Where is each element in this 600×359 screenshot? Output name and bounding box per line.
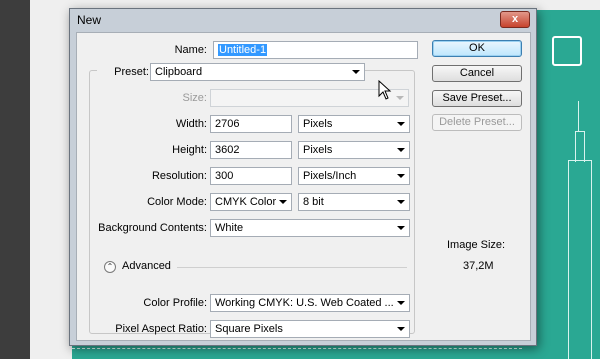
resolution-label: Resolution:	[151, 170, 207, 182]
pixel-aspect-ratio-dropdown[interactable]: Square Pixels	[210, 320, 410, 338]
height-input[interactable]: 3602	[210, 141, 292, 159]
delete-preset-button[interactable]: Delete Preset...	[432, 114, 522, 131]
workspace-left-panel	[0, 0, 30, 359]
close-button[interactable]: x	[500, 11, 530, 28]
bit-depth-dropdown[interactable]: 8 bit	[298, 193, 410, 211]
chevron-down-icon	[396, 96, 404, 100]
close-icon: x	[511, 13, 519, 25]
background-contents-dropdown[interactable]: White	[210, 219, 410, 237]
resolution-unit-dropdown[interactable]: Pixels/Inch	[298, 167, 410, 185]
dialog-titlebar[interactable]: New x	[70, 9, 536, 31]
preset-dropdown[interactable]: Clipboard	[150, 63, 365, 81]
width-unit-dropdown[interactable]: Pixels	[298, 115, 410, 133]
save-preset-button[interactable]: Save Preset...	[432, 90, 522, 107]
color-profile-value: Working CMYK: U.S. Web Coated ...	[215, 297, 394, 309]
color-profile-dropdown[interactable]: Working CMYK: U.S. Web Coated ...	[210, 294, 410, 312]
width-input[interactable]: 2706	[210, 115, 292, 133]
image-size-label: Image Size:	[447, 239, 506, 251]
bit-depth-value: 8 bit	[303, 196, 324, 208]
document-logo-icon	[552, 36, 582, 66]
resolution-input[interactable]: 300	[210, 167, 292, 185]
name-input-value: Untitled-1	[218, 44, 268, 56]
advanced-toggle-icon[interactable]: ⌃	[104, 261, 116, 273]
chevron-down-icon	[279, 200, 287, 204]
chevron-down-icon	[397, 174, 405, 178]
height-unit-dropdown[interactable]: Pixels	[298, 141, 410, 159]
chevron-down-icon	[352, 70, 360, 74]
chevron-down-icon	[397, 301, 405, 305]
pixel-aspect-ratio-label: Pixel Aspect Ratio:	[115, 323, 207, 335]
width-unit-value: Pixels	[303, 118, 333, 130]
document-cityscape-strip	[72, 344, 522, 359]
cancel-button[interactable]: Cancel	[432, 65, 522, 82]
chevron-down-icon	[397, 226, 405, 230]
preset-dropdown-value: Clipboard	[155, 66, 203, 78]
dialog-body: Name: Untitled-1 Preset: Clipboard Size:…	[76, 32, 531, 341]
preset-label: Preset:	[97, 66, 151, 78]
advanced-divider	[177, 267, 407, 268]
height-label: Height:	[172, 144, 207, 156]
name-label: Name:	[174, 44, 207, 56]
document-skyscraper-graphic	[568, 101, 592, 359]
background-contents-value: White	[215, 222, 244, 234]
image-size-value: 37,2M	[463, 260, 494, 272]
chevron-down-icon	[397, 327, 405, 331]
width-label: Width:	[175, 118, 207, 130]
chevron-down-icon	[397, 122, 405, 126]
color-mode-dropdown[interactable]: CMYK Color	[210, 193, 292, 211]
mouse-cursor-icon	[378, 80, 392, 100]
name-input[interactable]: Untitled-1	[213, 41, 418, 59]
chevron-down-icon	[397, 148, 405, 152]
resolution-unit-value: Pixels/Inch	[303, 170, 357, 182]
ok-button[interactable]: OK	[432, 40, 522, 57]
new-document-dialog: New x Name: Untitled-1 Preset: Clipboard…	[69, 8, 537, 346]
size-label: Size:	[182, 92, 207, 104]
color-profile-label: Color Profile:	[143, 297, 207, 309]
pixel-aspect-ratio-value: Square Pixels	[215, 323, 283, 335]
dialog-title: New	[77, 13, 102, 27]
advanced-label[interactable]: Advanced	[122, 260, 171, 272]
height-unit-value: Pixels	[303, 144, 333, 156]
color-mode-label: Color Mode:	[147, 196, 207, 208]
color-mode-value: CMYK Color	[215, 196, 277, 208]
background-contents-label: Background Contents:	[98, 222, 207, 234]
chevron-down-icon	[397, 200, 405, 204]
